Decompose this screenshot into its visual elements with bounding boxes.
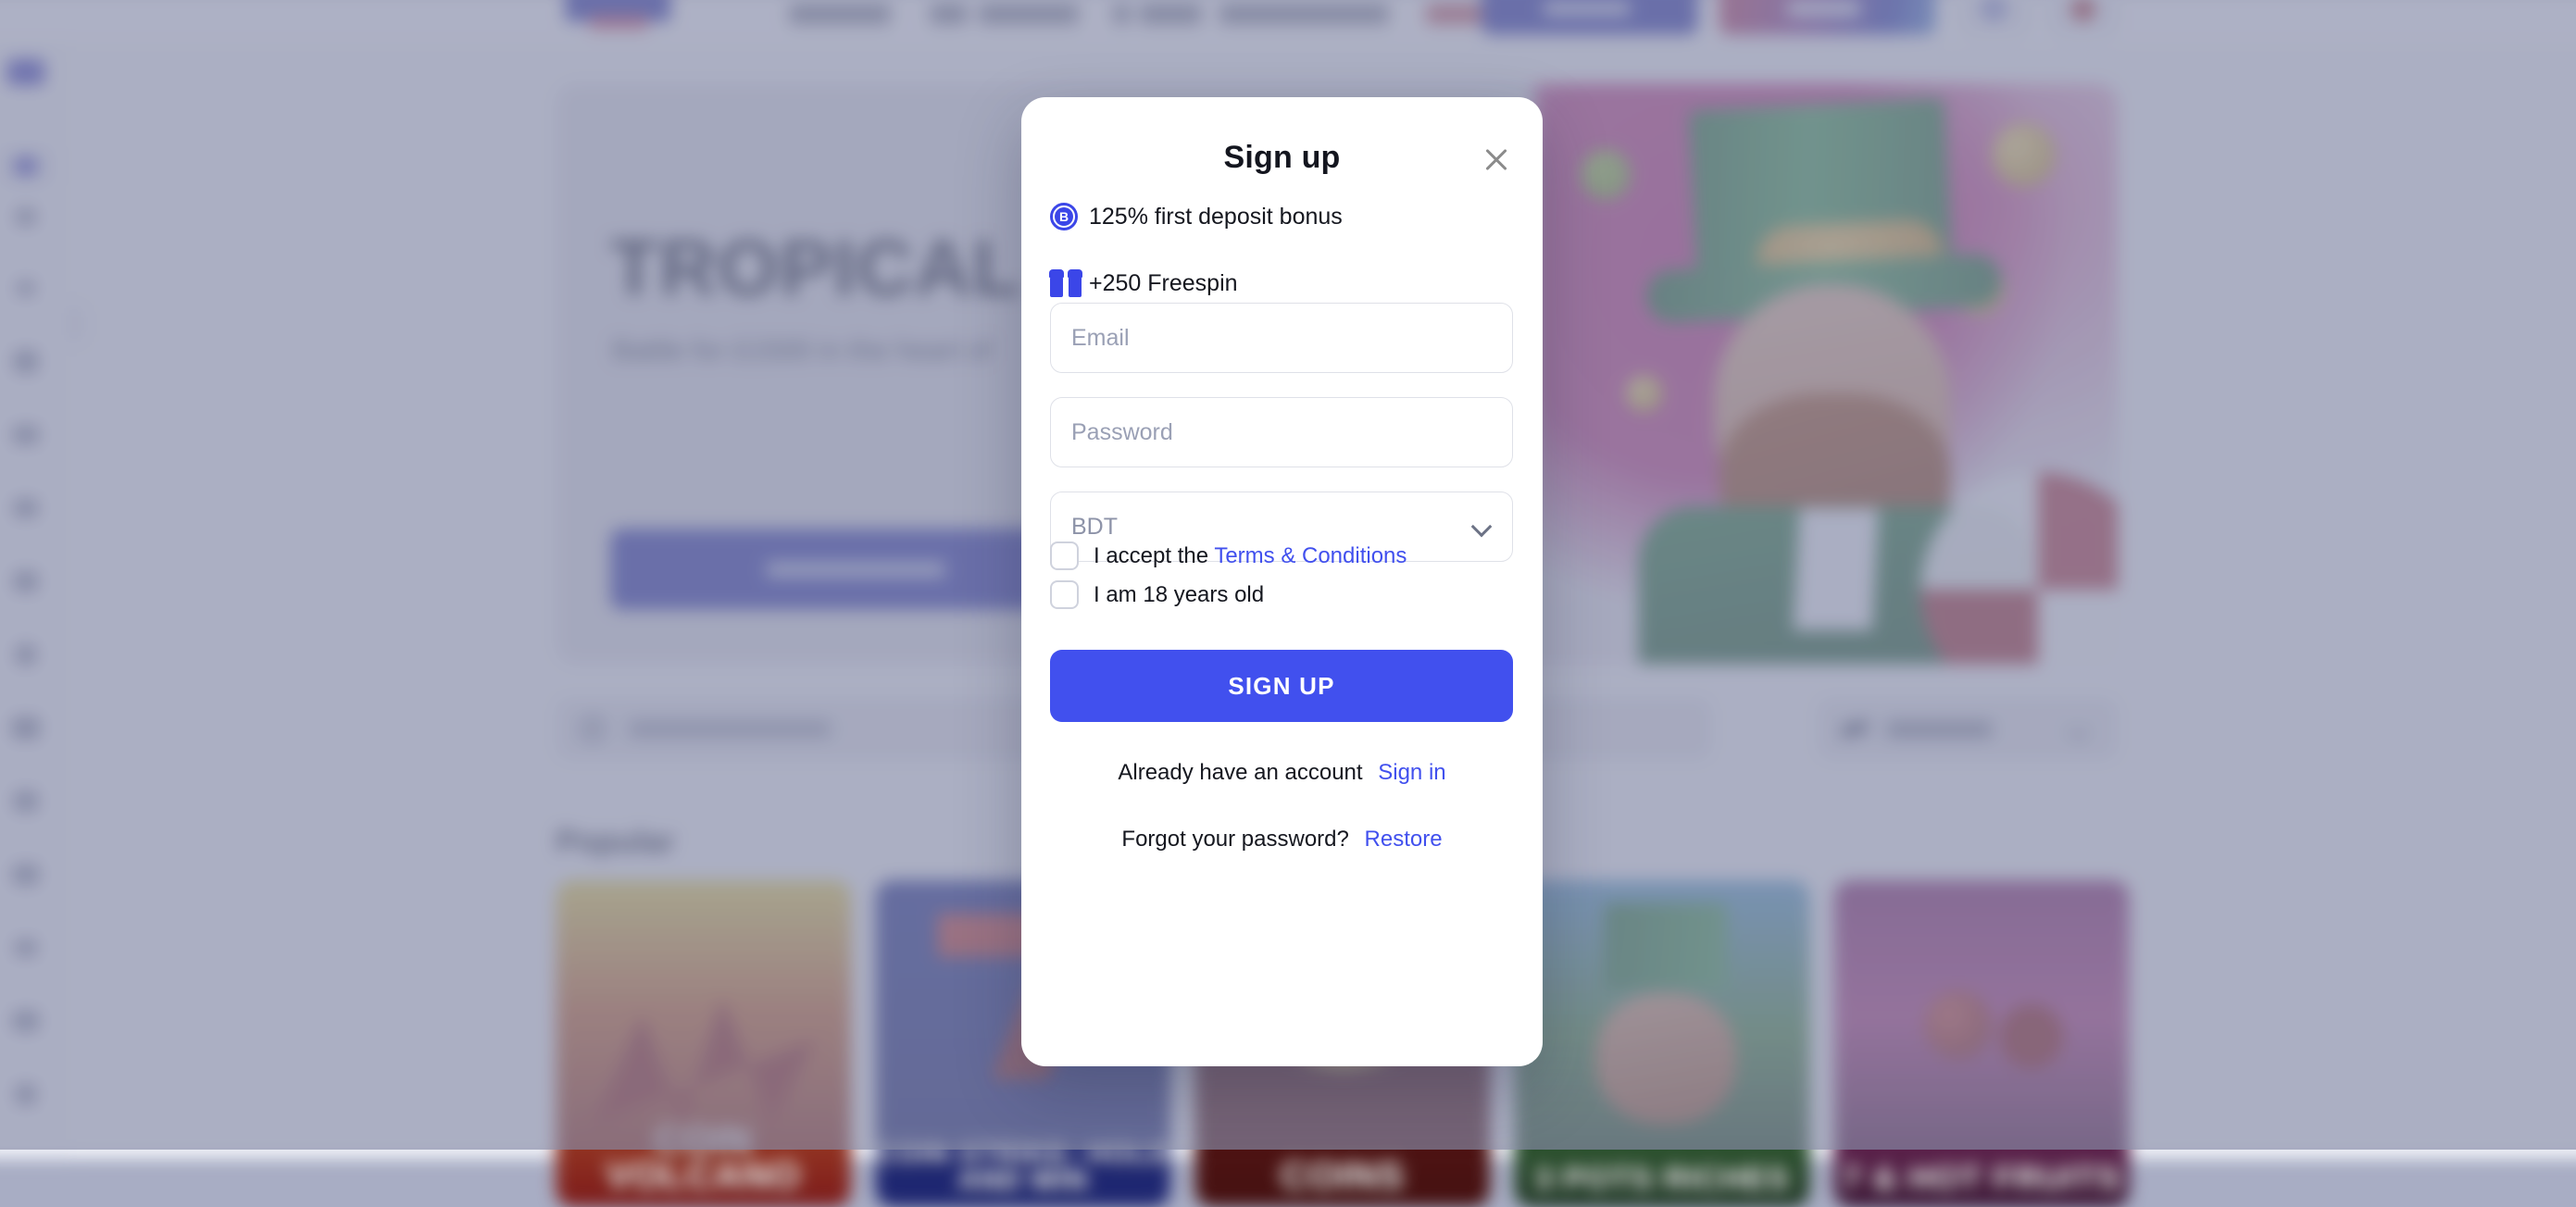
forgot-password-text: Forgot your password?	[1121, 827, 1348, 852]
gift-icon	[1050, 269, 1089, 297]
sign-up-button[interactable]: SIGN UP	[1050, 650, 1513, 722]
bonus-item-label: 125% first deposit bonus	[1089, 204, 1343, 230]
sign-in-link[interactable]: Sign in	[1378, 760, 1445, 785]
terms-checkbox[interactable]	[1050, 541, 1079, 570]
terms-and-conditions-link[interactable]: Terms & Conditions	[1214, 543, 1407, 568]
bonus-item-deposit: B 125% first deposit bonus	[1050, 193, 1513, 240]
forgot-password-prompt: Forgot your password? Restore	[1021, 827, 1543, 852]
modal-overlay[interactable]: Sign up B 125% first deposit bonus +250 …	[0, 0, 2576, 1150]
sign-up-modal: Sign up B 125% first deposit bonus +250 …	[1021, 97, 1543, 1066]
bonus-item-freespin: +250 Freespin	[1050, 260, 1513, 306]
terms-label: I accept the Terms & Conditions	[1094, 543, 1407, 569]
signup-form: BDT	[1050, 303, 1513, 562]
currency-value: BDT	[1071, 514, 1118, 541]
bonus-item-label: +250 Freespin	[1089, 270, 1238, 297]
have-account-text: Already have an account	[1118, 760, 1362, 785]
sign-in-prompt: Already have an account Sign in	[1021, 760, 1543, 786]
bonus-badge-icon: B	[1050, 203, 1089, 230]
password-field[interactable]	[1050, 397, 1513, 467]
restore-link[interactable]: Restore	[1365, 827, 1443, 852]
age-row: I am 18 years old	[1050, 580, 1522, 609]
age-label: I am 18 years old	[1094, 582, 1264, 608]
terms-row: I accept the Terms & Conditions	[1050, 541, 1522, 570]
game-title: 3 POTS RICHES	[1515, 1163, 1810, 1194]
page-title: Sign up	[1021, 140, 1543, 176]
close-icon[interactable]	[1470, 134, 1520, 184]
email-field[interactable]	[1050, 303, 1513, 373]
game-title: 7 & HOT FRUITS	[1834, 1162, 2130, 1194]
consent-checkboxes: I accept the Terms & Conditions I am 18 …	[1050, 541, 1522, 619]
terms-prefix: I accept the	[1094, 543, 1208, 568]
age-checkbox[interactable]	[1050, 580, 1079, 609]
game-title: COINS	[1195, 1158, 1491, 1194]
bonus-badge-letter: B	[1055, 207, 1073, 226]
